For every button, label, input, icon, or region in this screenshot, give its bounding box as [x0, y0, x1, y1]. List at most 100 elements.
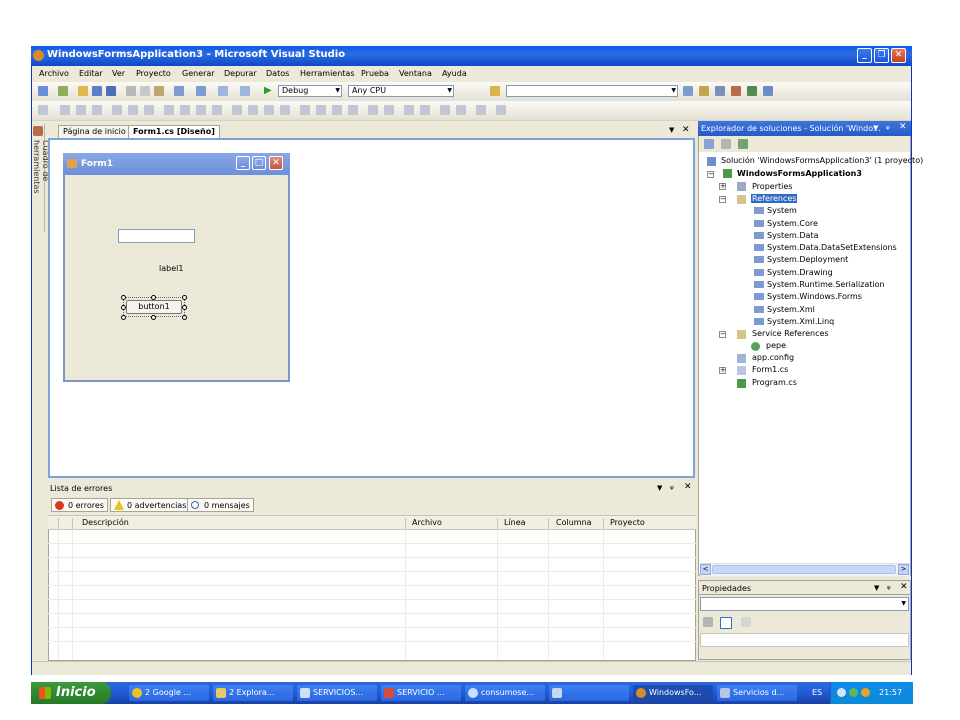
pin-icon[interactable]: ᵩ	[886, 122, 890, 132]
find-combo[interactable]: ▼	[506, 85, 678, 97]
horizontal-spacing-icon[interactable]	[232, 105, 242, 115]
start-button[interactable]: Inicio	[31, 682, 111, 704]
lock-controls-icon[interactable]	[456, 105, 466, 115]
tree-form1-cs[interactable]: Form1.cs	[752, 365, 788, 374]
restore-icon[interactable]: ❐	[874, 48, 889, 63]
bring-to-front-icon[interactable]	[404, 105, 414, 115]
resize-handle[interactable]	[121, 305, 126, 310]
button1[interactable]: button1	[126, 300, 182, 314]
menu-archivo[interactable]: Archivo	[39, 69, 69, 78]
close-panel-icon[interactable]: ✕	[684, 482, 692, 492]
increase-v-spacing-icon[interactable]	[316, 105, 326, 115]
tab-order-icon[interactable]	[440, 105, 450, 115]
tree-ref-xml[interactable]: System.Xml	[767, 305, 815, 314]
remove-h-spacing-icon[interactable]	[280, 105, 290, 115]
toolbar-options-icon[interactable]	[496, 105, 506, 115]
menu-ventana[interactable]: Ventana	[399, 69, 432, 78]
taskbar-task[interactable]: Servicios d...	[717, 685, 797, 701]
expand-icon[interactable]: +	[719, 367, 726, 374]
save-icon[interactable]	[92, 86, 102, 96]
tree-program-cs[interactable]: Program.cs	[752, 378, 797, 387]
show-all-files-icon[interactable]	[721, 139, 731, 149]
save-all-icon[interactable]	[106, 86, 116, 96]
make-same-size-icon[interactable]	[196, 105, 206, 115]
panel-menu-icon[interactable]: ▼	[873, 124, 878, 132]
resize-handle[interactable]	[151, 295, 156, 300]
scroll-right-icon[interactable]: >	[898, 564, 909, 575]
tree-references[interactable]: References	[751, 194, 798, 203]
align-tops-icon[interactable]	[112, 105, 122, 115]
menu-generar[interactable]: Generar	[182, 69, 215, 78]
col-description[interactable]: Descripción	[82, 518, 129, 527]
increase-h-spacing-icon[interactable]	[248, 105, 258, 115]
pin-icon[interactable]: ᵩ	[670, 482, 674, 492]
tree-ref-windows-forms[interactable]: System.Windows.Forms	[767, 292, 862, 301]
resize-handle[interactable]	[121, 295, 126, 300]
decrease-h-spacing-icon[interactable]	[264, 105, 274, 115]
close-panel-icon[interactable]: ✕	[900, 582, 908, 592]
menu-herramientas[interactable]: Herramientas	[300, 69, 355, 78]
solution-explorer-icon[interactable]	[699, 86, 709, 96]
panel-menu-icon[interactable]: ▼	[874, 584, 879, 592]
other-windows-icon[interactable]	[763, 86, 773, 96]
remove-v-spacing-icon[interactable]	[348, 105, 358, 115]
tray-icon[interactable]	[849, 688, 858, 697]
label1[interactable]: label1	[159, 264, 183, 273]
taskbar-task[interactable]: 2 Google ...	[129, 685, 209, 701]
find-icon[interactable]	[490, 86, 500, 96]
tree-ref-deployment[interactable]: System.Deployment	[767, 255, 848, 264]
size-to-grid-icon[interactable]	[212, 105, 222, 115]
resize-handle[interactable]	[182, 305, 187, 310]
open-icon[interactable]	[78, 86, 88, 96]
pin-icon[interactable]: ᵩ	[887, 582, 891, 592]
collapse-icon[interactable]: −	[707, 171, 714, 178]
send-to-back-icon[interactable]	[420, 105, 430, 115]
clock[interactable]: 21:57	[879, 688, 902, 697]
resize-handle[interactable]	[182, 295, 187, 300]
resize-handle[interactable]	[151, 315, 156, 320]
property-grid[interactable]	[700, 633, 909, 647]
taskbar-task[interactable]: WindowsFo...	[633, 685, 713, 701]
collapse-icon[interactable]: −	[719, 196, 726, 203]
col-project[interactable]: Proyecto	[610, 518, 645, 527]
panel-menu-icon[interactable]: ▼	[657, 484, 662, 492]
menu-datos[interactable]: Datos	[266, 69, 289, 78]
menu-editar[interactable]: Editar	[79, 69, 103, 78]
warnings-filter-button[interactable]: 0 advertencias	[110, 498, 191, 512]
toolbox-tab[interactable]: Cuadro de herramientas	[32, 124, 50, 232]
object-browser-icon[interactable]	[747, 86, 757, 96]
menu-ver[interactable]: Ver	[112, 69, 125, 78]
platform-select[interactable]: Any CPU ▼	[348, 85, 454, 97]
center-horizontally-icon[interactable]	[368, 105, 378, 115]
tree-ref-system[interactable]: System	[767, 206, 797, 215]
tab-form1-design[interactable]: Form1.cs [Diseño]	[128, 125, 220, 138]
tray-icon[interactable]	[861, 688, 870, 697]
start-debug-icon[interactable]: ▶	[264, 85, 272, 96]
copy-icon[interactable]	[140, 86, 150, 96]
cut-icon[interactable]	[126, 86, 136, 96]
tray-icon[interactable]	[837, 688, 846, 697]
expand-icon[interactable]: +	[719, 183, 726, 190]
find-in-files-icon[interactable]	[683, 86, 693, 96]
errors-filter-button[interactable]: 0 errores	[51, 498, 108, 512]
textbox1[interactable]	[118, 229, 195, 243]
align-bottoms-icon[interactable]	[144, 105, 154, 115]
add-item-icon[interactable]	[58, 86, 68, 96]
toolbox-icon[interactable]	[731, 86, 741, 96]
col-line[interactable]: Línea	[504, 518, 526, 527]
menu-ayuda[interactable]: Ayuda	[442, 69, 467, 78]
tree-ref-system-data[interactable]: System.Data	[767, 231, 818, 240]
collapse-icon[interactable]: −	[719, 331, 726, 338]
title-bar[interactable]: WindowsFormsApplication3 - Microsoft Vis…	[31, 46, 912, 66]
close-icon[interactable]: ✕	[891, 48, 906, 63]
resize-handle[interactable]	[182, 315, 187, 320]
decrease-v-spacing-icon[interactable]	[332, 105, 342, 115]
menu-depurar[interactable]: Depurar	[224, 69, 257, 78]
col-column[interactable]: Columna	[556, 518, 592, 527]
menu-proyecto[interactable]: Proyecto	[136, 69, 171, 78]
align-rights-icon[interactable]	[92, 105, 102, 115]
navigate-forward-icon[interactable]	[240, 86, 250, 96]
menu-prueba[interactable]: Prueba	[361, 69, 389, 78]
categorized-icon[interactable]	[703, 617, 713, 627]
new-project-icon[interactable]	[38, 86, 48, 96]
